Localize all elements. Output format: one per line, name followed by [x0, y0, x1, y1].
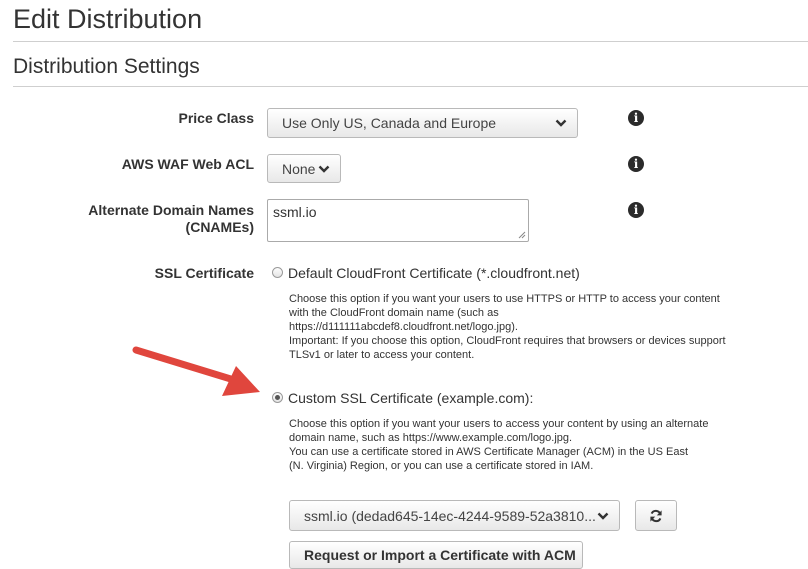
custom-certificate-radio[interactable] — [272, 392, 283, 403]
waf-value: None — [282, 160, 316, 177]
refresh-button[interactable] — [635, 500, 677, 531]
chevron-down-icon — [555, 119, 567, 127]
ssl-label: SSL Certificate — [154, 265, 254, 281]
chevron-down-icon — [318, 165, 330, 173]
cnames-label-line2: (CNAMEs) — [185, 219, 254, 235]
cnames-label-line1: Alternate Domain Names — [88, 202, 254, 218]
help-line: with the CloudFront domain name (such as — [289, 307, 499, 319]
info-icon[interactable]: i — [628, 156, 644, 172]
custom-certificate-help: Choose this option if you want your user… — [289, 417, 779, 473]
request-certificate-button[interactable]: Request or Import a Certificate with ACM — [289, 541, 583, 569]
default-certificate-help: Choose this option if you want your user… — [289, 292, 779, 362]
title-divider — [13, 41, 808, 42]
section-divider — [13, 86, 808, 87]
certificate-value: ssml.io (dedad645-14ec-4244-9589-52a3810… — [304, 507, 596, 524]
custom-certificate-label[interactable]: Custom SSL Certificate (example.com): — [288, 390, 533, 406]
default-certificate-radio[interactable] — [272, 267, 283, 278]
page-title: Edit Distribution — [13, 4, 203, 34]
help-line: https://d111111abcdef8.cloudfront.net/lo… — [289, 321, 518, 333]
help-line: domain name, such as https://www.example… — [289, 432, 573, 444]
price-class-label: Price Class — [178, 110, 255, 126]
refresh-icon — [650, 509, 662, 522]
cnames-textarea[interactable]: ssml.io — [267, 199, 529, 242]
cnames-value: ssml.io — [273, 204, 317, 220]
section-title: Distribution Settings — [13, 55, 200, 78]
info-icon[interactable]: i — [628, 110, 644, 126]
help-line: Choose this option if you want your user… — [289, 293, 720, 305]
default-certificate-label[interactable]: Default CloudFront Certificate (*.cloudf… — [288, 265, 580, 281]
info-icon[interactable]: i — [628, 202, 644, 218]
waf-label: AWS WAF Web ACL — [121, 156, 254, 172]
price-class-select[interactable]: Use Only US, Canada and Europe — [267, 108, 578, 138]
help-line: Choose this option if you want your user… — [289, 418, 709, 430]
help-line: TLSv1 or later to access your content. — [289, 349, 475, 361]
cnames-label: Alternate Domain Names (CNAMEs) — [14, 202, 254, 236]
chevron-down-icon — [597, 512, 609, 520]
waf-select[interactable]: None — [267, 154, 341, 183]
help-line: Important: If you choose this option, Cl… — [289, 335, 726, 347]
resize-grip-icon[interactable] — [518, 231, 526, 239]
certificate-select[interactable]: ssml.io (dedad645-14ec-4244-9589-52a3810… — [289, 500, 620, 531]
annotation-arrow-icon — [132, 346, 260, 396]
help-line: (N. Virginia) Region, or you can use a c… — [289, 460, 594, 472]
help-line: You can use a certificate stored in AWS … — [289, 446, 689, 458]
price-class-value: Use Only US, Canada and Europe — [282, 115, 497, 131]
